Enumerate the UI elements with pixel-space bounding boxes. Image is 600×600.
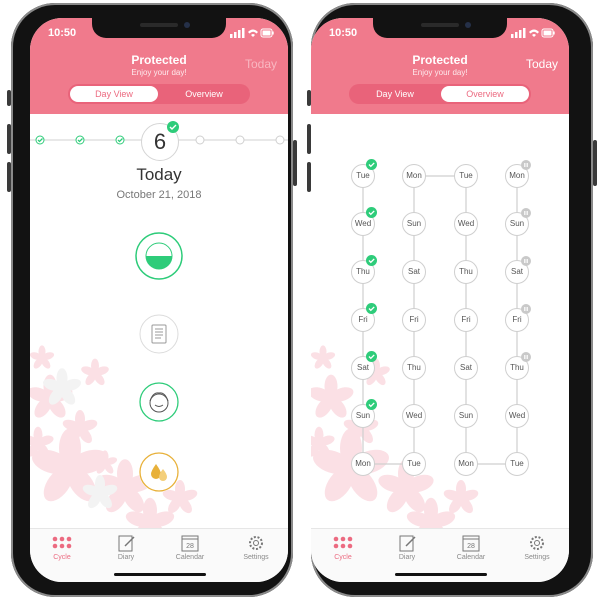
tab-cycle[interactable]: Cycle [311,534,375,561]
home-indicator [114,573,206,576]
pause-icon [521,256,531,266]
pause-icon [521,160,531,170]
cycle-day[interactable]: Fri [454,308,478,332]
pause-icon [521,304,531,314]
status-time: 10:50 [48,27,77,39]
diary-icon [399,535,416,552]
cycle-day[interactable]: Wed [402,404,426,428]
flower-decoration [30,345,199,538]
cycle-icon [52,536,72,549]
cycle-path-lines [362,175,518,465]
calendar-day-number: 28 [467,543,475,550]
tab-label-diary: Diary [398,554,416,561]
tab-calendar[interactable]: 28 Calendar [158,534,222,561]
segment-overview[interactable]: Overview [160,86,248,102]
today-button[interactable]: Today [245,57,277,71]
tab-label-calendar: Calendar [456,554,486,561]
cycle-day[interactable]: Thu [402,356,426,380]
current-date: October 21, 2018 [116,189,202,201]
tab-label-calendar: Calendar [175,554,205,561]
tab-diary[interactable]: Diary [375,534,439,561]
gear-icon [530,536,544,550]
calendar-icon: 28 [181,535,199,552]
segment-day-view[interactable]: Day View [70,86,158,102]
tab-calendar[interactable]: 28 Calendar [439,534,503,561]
tab-cycle[interactable]: Cycle [30,534,94,561]
gear-icon [249,536,263,550]
check-icon [366,303,377,314]
cycle-day[interactable]: Tue [402,452,426,476]
tab-label-settings: Settings [524,554,550,561]
today-heading: Today [136,165,182,184]
cycle-day[interactable]: Thu [454,260,478,284]
check-icon [366,399,377,410]
diary-note-button[interactable] [139,314,179,354]
drops-button[interactable] [139,452,179,492]
cycle-day[interactable]: Sun [402,212,426,236]
pause-icon [521,352,531,362]
cycle-day[interactable]: Wed [454,212,478,236]
cycle-day[interactable]: Wed [505,404,529,428]
check-icon [167,121,179,133]
view-segmented-control: Day View Overview [68,84,250,104]
cycle-day[interactable]: Mon [402,164,426,188]
screen-day-view: 10:50 Protected Enjoy your day! Today Da… [30,18,288,582]
tab-label-settings: Settings [243,554,269,561]
screen-overview: 10:50 Protected Enjoy your day! Today Da… [311,18,569,582]
check-icon [366,255,377,266]
calendar-day-number: 28 [186,543,194,550]
tab-label-diary: Diary [117,554,135,561]
side-button [593,140,597,186]
check-icon [366,351,377,362]
cycle-day[interactable]: Fri [402,308,426,332]
status-icons [230,28,274,38]
tab-label-cycle: Cycle [334,554,352,561]
cycle-day[interactable]: Sat [454,356,478,380]
cycle-day[interactable]: Sun [454,404,478,428]
mood-button[interactable] [139,382,179,422]
check-icon [366,159,377,170]
phone-right: 10:50 Protected Enjoy your day! Today Da… [300,0,600,600]
side-button [293,140,297,186]
cycle-day[interactable]: Tue [505,452,529,476]
cycle-day[interactable]: Mon [454,452,478,476]
phone-left: 10:50 Protected Enjoy your day! Today Da… [0,0,300,600]
tab-settings[interactable]: Settings [505,534,569,561]
tab-diary[interactable]: Diary [94,534,158,561]
pill-status-button[interactable] [135,232,183,280]
calendar-icon: 28 [462,535,480,552]
cycle-day[interactable]: Tue [454,164,478,188]
cycle-icon [333,536,353,549]
diary-icon [118,535,135,552]
home-indicator [395,573,487,576]
cycle-day[interactable]: Mon [351,452,375,476]
tab-settings[interactable]: Settings [224,534,288,561]
check-icon [366,207,377,218]
tab-label-cycle: Cycle [53,554,71,561]
notch [92,18,226,38]
pause-icon [521,208,531,218]
cycle-day[interactable]: Sat [402,260,426,284]
